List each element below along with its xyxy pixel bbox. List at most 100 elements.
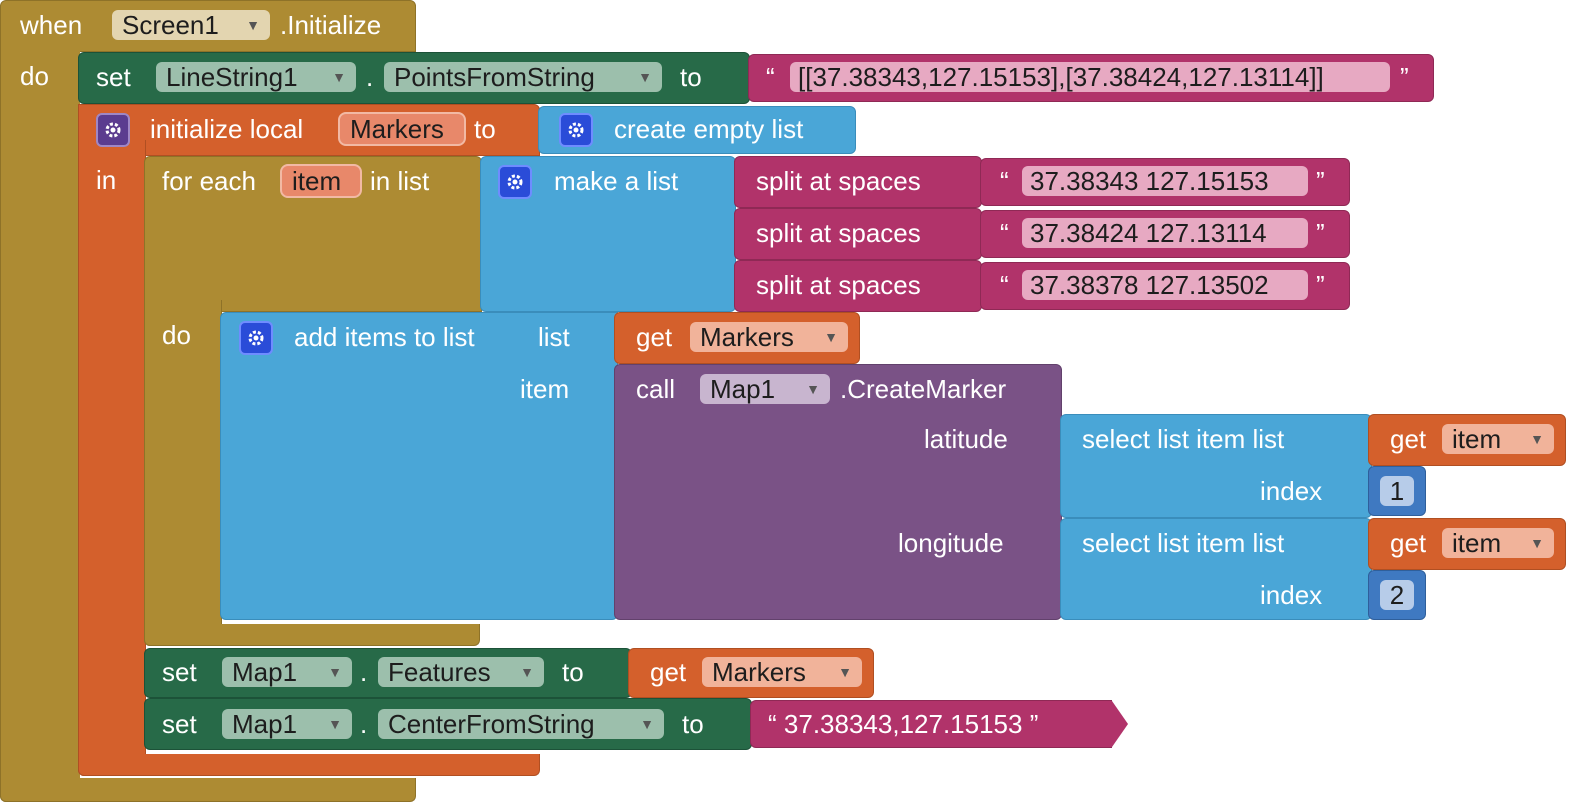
event-name-label: .Initialize bbox=[280, 10, 382, 40]
local-var-markers[interactable]: Markers bbox=[338, 112, 466, 146]
call-label: call bbox=[636, 374, 676, 404]
gear-icon bbox=[507, 174, 523, 190]
split-at-spaces-label: split at spaces bbox=[756, 270, 921, 300]
select-list-item-label: select list item list bbox=[1082, 424, 1285, 454]
index-label: index bbox=[1260, 580, 1323, 610]
add-items-list-label: list bbox=[538, 322, 570, 352]
get-markers-var: Markers bbox=[712, 657, 806, 687]
number-value-index-2[interactable]: 2 bbox=[1380, 580, 1414, 610]
open-quote: “ bbox=[766, 62, 775, 92]
mutator-gear-icon[interactable] bbox=[96, 113, 130, 147]
event-component-name: Screen1 bbox=[122, 10, 219, 40]
event-block-footer bbox=[0, 778, 416, 802]
chevron-down-icon: ▼ bbox=[332, 69, 346, 85]
chevron-down-icon: ▼ bbox=[328, 664, 342, 680]
set-label: set bbox=[162, 709, 197, 739]
close-quote: ” bbox=[1316, 166, 1325, 196]
chevron-down-icon: ▼ bbox=[1530, 431, 1544, 447]
init-in-label: in bbox=[96, 165, 117, 195]
split-at-spaces-label: split at spaces bbox=[756, 218, 921, 248]
select-list-item-label: select list item list bbox=[1082, 528, 1285, 558]
for-each-label: for each bbox=[162, 166, 256, 196]
chevron-down-icon: ▼ bbox=[806, 381, 820, 397]
event-block-body-spine bbox=[0, 40, 80, 802]
initialize-local-label: initialize local bbox=[150, 114, 304, 144]
to-label: to bbox=[562, 657, 584, 687]
get-item-var: item bbox=[1452, 424, 1502, 454]
open-quote: “ bbox=[768, 709, 777, 739]
open-quote: “ bbox=[1000, 218, 1009, 248]
get-markers-dropdown[interactable]: Markers ▼ bbox=[690, 322, 848, 352]
add-items-to-list-block[interactable] bbox=[220, 312, 618, 620]
chevron-down-icon: ▼ bbox=[1530, 535, 1544, 551]
longitude-label: longitude bbox=[898, 528, 1004, 558]
open-quote: “ bbox=[1000, 166, 1009, 196]
open-quote: “ bbox=[1000, 270, 1009, 300]
event-when-label: when bbox=[20, 10, 83, 40]
set-label: set bbox=[162, 657, 197, 687]
center-property-name: CenterFromString bbox=[388, 709, 595, 739]
get-markers-dropdown[interactable]: Markers ▼ bbox=[702, 657, 862, 687]
in-list-label: in list bbox=[370, 166, 430, 196]
chevron-down-icon: ▼ bbox=[246, 17, 260, 33]
close-quote: ” bbox=[1316, 218, 1325, 248]
init-to-label: to bbox=[474, 114, 496, 144]
linestring-component-name: LineString1 bbox=[166, 62, 298, 92]
dot-separator: . bbox=[360, 709, 368, 739]
text-block-center-tail bbox=[1110, 701, 1128, 747]
mutator-gear-icon[interactable] bbox=[559, 113, 593, 147]
createmarker-method-label: .CreateMarker bbox=[840, 374, 1007, 404]
to-label: to bbox=[680, 62, 702, 92]
chevron-down-icon: ▼ bbox=[520, 664, 534, 680]
createmarker-component-dropdown[interactable]: Map1 ▼ bbox=[700, 374, 830, 404]
gear-icon bbox=[248, 330, 264, 346]
get-markers-var: Markers bbox=[700, 322, 794, 352]
initialize-local-block[interactable] bbox=[78, 104, 540, 156]
text-value-point-2[interactable]: 37.38424 127.13114 bbox=[1022, 218, 1308, 248]
to-label: to bbox=[682, 709, 704, 739]
center-property-dropdown[interactable]: CenterFromString ▼ bbox=[378, 709, 664, 739]
make-a-list-label: make a list bbox=[554, 166, 679, 196]
latitude-label: latitude bbox=[924, 424, 1008, 454]
get-item-dropdown[interactable]: item ▼ bbox=[1442, 528, 1554, 558]
gear-icon bbox=[105, 122, 121, 138]
mutator-gear-icon[interactable] bbox=[498, 165, 532, 199]
set-label: set bbox=[96, 62, 131, 92]
text-value-point-1[interactable]: 37.38343 127.15153 bbox=[1022, 166, 1308, 196]
split-at-spaces-label: split at spaces bbox=[756, 166, 921, 196]
linestring-property-name: PointsFromString bbox=[394, 62, 595, 92]
dot-separator: . bbox=[360, 657, 368, 687]
get-label: get bbox=[650, 657, 687, 687]
text-value-point-3[interactable]: 37.38378 127.13502 bbox=[1022, 270, 1308, 300]
chevron-down-icon: ▼ bbox=[824, 329, 838, 345]
add-items-item-label: item bbox=[520, 374, 570, 404]
center-coords[interactable]: 37.38343,127.15153 bbox=[784, 709, 1023, 739]
features-property-name: Features bbox=[388, 657, 491, 687]
linestring-property-dropdown[interactable]: PointsFromString ▼ bbox=[384, 62, 662, 92]
for-each-spine bbox=[144, 300, 222, 646]
features-property-dropdown[interactable]: Features ▼ bbox=[378, 657, 544, 687]
event-component-dropdown[interactable]: Screen1 ▼ bbox=[112, 10, 270, 40]
close-quote: ” bbox=[1400, 62, 1409, 92]
add-items-label: add items to list bbox=[294, 322, 475, 352]
create-empty-list-label: create empty list bbox=[614, 114, 804, 144]
close-quote: ” bbox=[1029, 709, 1039, 739]
dot-separator: . bbox=[366, 62, 374, 92]
chevron-down-icon: ▼ bbox=[838, 664, 852, 680]
features-component-dropdown[interactable]: Map1 ▼ bbox=[222, 657, 352, 687]
event-do-label: do bbox=[20, 61, 49, 91]
number-value-index-1[interactable]: 1 bbox=[1380, 476, 1414, 506]
get-label: get bbox=[636, 322, 673, 352]
close-quote: ” bbox=[1316, 270, 1325, 300]
initialize-local-footer bbox=[78, 754, 540, 776]
center-component-name: Map1 bbox=[232, 709, 298, 739]
for-each-footer bbox=[144, 624, 480, 646]
linestring-component-dropdown[interactable]: LineString1 ▼ bbox=[156, 62, 356, 92]
features-component-name: Map1 bbox=[232, 657, 298, 687]
loop-var-item[interactable]: item bbox=[280, 164, 362, 198]
get-item-dropdown[interactable]: item ▼ bbox=[1442, 424, 1554, 454]
mutator-gear-icon[interactable] bbox=[239, 321, 273, 355]
text-value-linestring-points[interactable]: [[37.38343,127.15153],[37.38424,127.1311… bbox=[790, 62, 1390, 92]
center-component-dropdown[interactable]: Map1 ▼ bbox=[222, 709, 352, 739]
chevron-down-icon: ▼ bbox=[640, 716, 654, 732]
